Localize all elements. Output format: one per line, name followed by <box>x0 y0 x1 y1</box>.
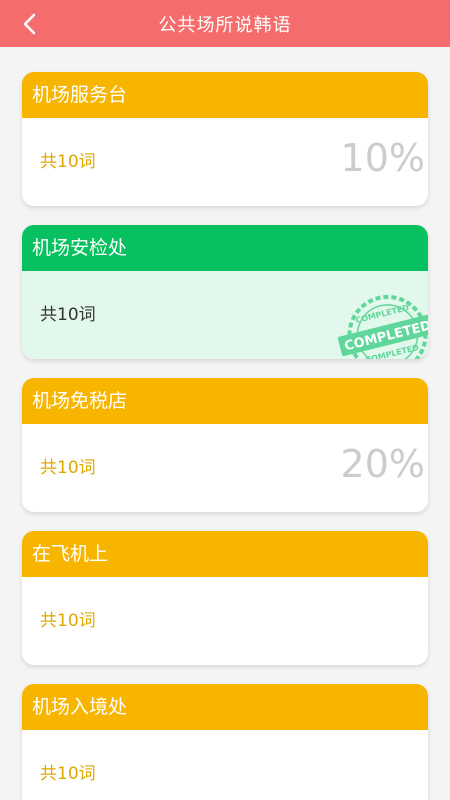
progress-percent: 20% <box>340 442 425 486</box>
lesson-card-body: 共10词 10% <box>22 118 428 206</box>
lesson-card-body: 共10词 <box>22 577 428 665</box>
lesson-card-body: 共10词 20% <box>22 424 428 512</box>
word-count: 共10词 <box>40 305 96 325</box>
lesson-title: 机场免税店 <box>32 390 128 412</box>
completed-stamp-icon: COMPLETED COMPLETED COMPLETED <box>337 294 428 359</box>
lesson-card-header: 机场入境处 <box>22 684 428 730</box>
lesson-card-airport-service-desk[interactable]: 机场服务台 共10词 10% <box>22 72 428 206</box>
lesson-card-body: 共10词 <box>22 730 428 800</box>
lesson-card-body: 共10词 COMPLETED COMPLETED COMPLETED <box>22 271 428 359</box>
back-button[interactable] <box>10 0 50 47</box>
lesson-card-immigration[interactable]: 机场入境处 共10词 <box>22 684 428 800</box>
lesson-title: 机场入境处 <box>32 696 128 718</box>
lesson-card-header: 机场安检处 <box>22 225 428 271</box>
lesson-title: 机场安检处 <box>32 237 128 259</box>
lesson-card-duty-free-shop[interactable]: 机场免税店 共10词 20% <box>22 378 428 512</box>
word-count: 共10词 <box>40 458 96 478</box>
word-count: 共10词 <box>40 611 96 631</box>
progress-percent: 10% <box>340 136 425 180</box>
lesson-card-header: 机场服务台 <box>22 72 428 118</box>
lesson-card-airport-security[interactable]: 机场安检处 共10词 COMPLETED COMPLETED COMPLETED <box>22 225 428 359</box>
chevron-left-icon <box>23 13 36 34</box>
lesson-title: 在飞机上 <box>32 543 109 565</box>
lesson-card-header: 机场免税店 <box>22 378 428 424</box>
word-count: 共10词 <box>40 764 96 784</box>
lesson-card-header: 在飞机上 <box>22 531 428 577</box>
app-screen: 公共场所说韩语 机场服务台 共10词 10% 机场安检处 共10词 COMPLE… <box>0 0 450 800</box>
lesson-card-on-airplane[interactable]: 在飞机上 共10词 <box>22 531 428 665</box>
page-title: 公共场所说韩语 <box>158 14 292 36</box>
lesson-title: 机场服务台 <box>32 84 128 106</box>
word-count: 共10词 <box>40 152 96 172</box>
top-bar: 公共场所说韩语 <box>0 0 450 47</box>
lesson-list: 机场服务台 共10词 10% 机场安检处 共10词 COMPLETED COMP… <box>22 72 428 800</box>
